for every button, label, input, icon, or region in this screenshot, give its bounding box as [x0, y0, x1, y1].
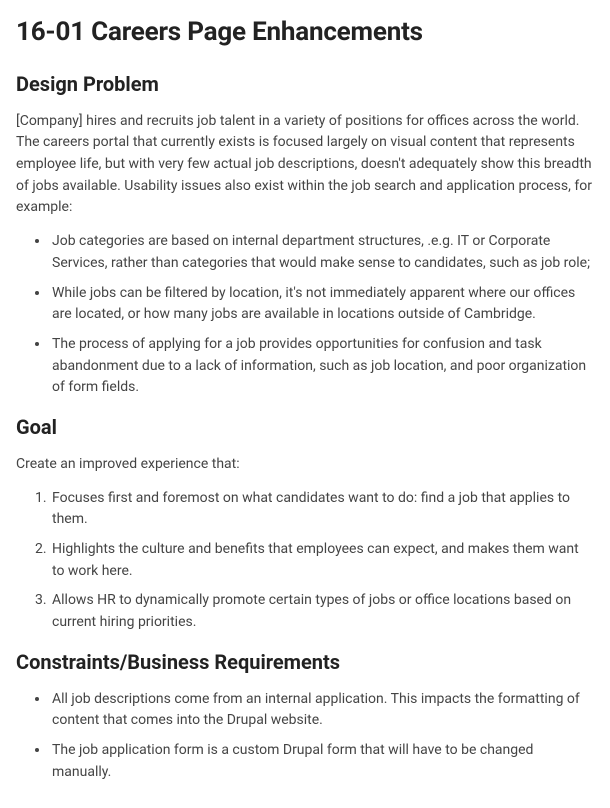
goal-intro: Create an improved experience that: [16, 454, 594, 476]
goal-list: Focuses first and foremost on what candi… [16, 488, 594, 634]
list-item: All job descriptions come from an intern… [50, 689, 594, 732]
section-heading-design-problem: Design Problem [16, 70, 594, 99]
list-item: Focuses first and foremost on what candi… [50, 488, 594, 531]
list-item: Allows HR to dynamically promote certain… [50, 590, 594, 633]
design-problem-intro: [Company] hires and recruits job talent … [16, 111, 594, 219]
section-heading-constraints: Constraints/Business Requirements [16, 648, 594, 677]
design-problem-list: Job categories are based on internal dep… [16, 231, 594, 399]
section-heading-goal: Goal [16, 413, 594, 442]
list-item: While jobs can be filtered by location, … [50, 283, 594, 326]
list-item: Highlights the culture and benefits that… [50, 539, 594, 582]
list-item: The process of applying for a job provid… [50, 334, 594, 399]
page-title: 16-01 Careers Page Enhancements [16, 14, 594, 52]
list-item: Job categories are based on internal dep… [50, 231, 594, 274]
list-item: The job application form is a custom Dru… [50, 740, 594, 783]
constraints-list: All job descriptions come from an intern… [16, 689, 594, 784]
